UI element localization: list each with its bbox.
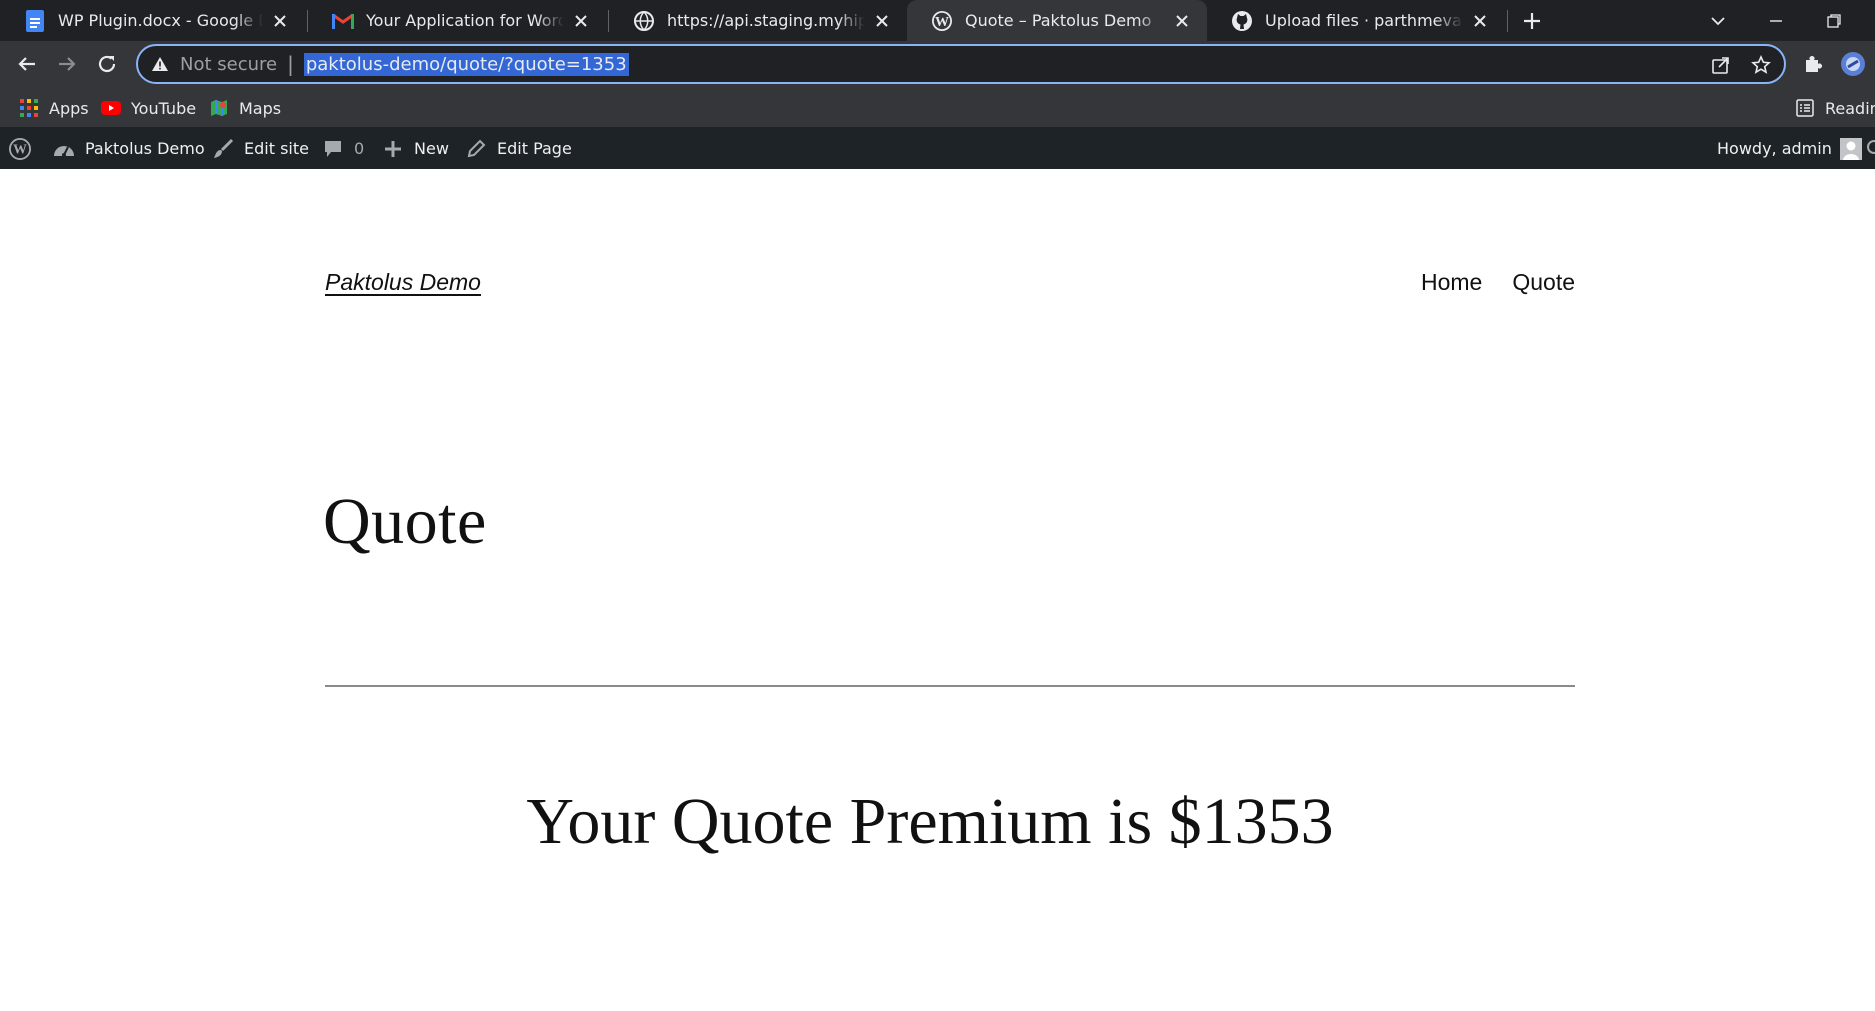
plus-icon xyxy=(382,138,404,160)
nav-item-quote[interactable]: Quote xyxy=(1512,269,1575,296)
tab-title: Your Application for WordPress Developer xyxy=(366,11,564,30)
site-navigation: Home Quote xyxy=(1421,269,1575,296)
close-tab-icon[interactable] xyxy=(871,10,893,32)
restore-button[interactable] xyxy=(1822,9,1846,33)
bookmark-maps[interactable]: Maps xyxy=(209,96,281,120)
forward-arrow-icon xyxy=(59,57,76,71)
browser-toolbar: Not secure | paktolus-demo/quote/?quote=… xyxy=(0,41,1875,88)
nav-item-home[interactable]: Home xyxy=(1421,269,1482,296)
profile-avatar-icon xyxy=(1841,52,1865,76)
apps-grid-icon xyxy=(19,98,39,118)
browser-tab-strip: WP Plugin.docx - Google Docs Your Applic… xyxy=(0,0,1875,41)
page-title: Quote xyxy=(323,485,487,558)
github-icon xyxy=(1231,10,1253,32)
wp-comments-count: 0 xyxy=(354,139,365,158)
wp-new-content[interactable]: New xyxy=(382,128,449,169)
profile-avatar[interactable] xyxy=(1839,50,1867,78)
reading-list-icon xyxy=(1795,98,1815,118)
wp-admin-bar: W Paktolus Demo Edit site 0 New Edit Pag… xyxy=(0,128,1875,169)
wp-my-account[interactable]: Howdy, admin xyxy=(1717,128,1872,169)
gmail-icon xyxy=(332,10,354,32)
close-tab-icon[interactable] xyxy=(1469,10,1491,32)
wp-site-name: Paktolus Demo xyxy=(85,139,205,158)
bookmark-label: Maps xyxy=(239,98,282,118)
tab-search-button[interactable] xyxy=(1706,9,1730,33)
chevron-down-icon xyxy=(1711,17,1725,26)
minimize-icon xyxy=(1770,20,1782,22)
url-text[interactable]: paktolus-demo/quote/?quote=1353 xyxy=(303,52,629,76)
tab-title: https://api.staging.myhippo.io/v1/ xyxy=(667,11,865,30)
security-status-label[interactable]: Not secure xyxy=(180,54,277,75)
svg-text:W: W xyxy=(13,141,27,156)
close-tab-icon[interactable] xyxy=(269,10,291,32)
tab-title: WP Plugin.docx - Google Docs xyxy=(58,11,263,30)
reading-list-label: Reading xyxy=(1825,98,1875,118)
content-divider xyxy=(325,685,1575,687)
new-tab-button[interactable] xyxy=(1520,9,1544,33)
close-tab-icon[interactable] xyxy=(1171,10,1193,32)
globe-icon xyxy=(633,10,655,32)
wp-howdy-label: Howdy, admin xyxy=(1717,139,1832,158)
wp-edit-site[interactable]: Edit site xyxy=(212,128,309,169)
wp-new-label: New xyxy=(414,139,449,158)
tab-gmail[interactable]: Your Application for WordPress Developer xyxy=(308,0,606,41)
wp-edit-page-label: Edit Page xyxy=(497,139,572,158)
address-bar[interactable]: Not secure | paktolus-demo/quote/?quote=… xyxy=(136,44,1786,84)
address-separator: | xyxy=(287,52,294,76)
puzzle-icon xyxy=(1806,56,1822,72)
quote-premium-text: Your Quote Premium is $1353 xyxy=(526,785,1334,858)
svg-text:W: W xyxy=(935,15,949,30)
back-arrow-icon xyxy=(18,57,35,71)
bookmark-label: YouTube xyxy=(131,98,197,118)
bookmark-label: Apps xyxy=(49,98,89,118)
wp-edit-page[interactable]: Edit Page xyxy=(465,128,572,169)
minimize-button[interactable] xyxy=(1764,9,1788,33)
pencil-icon xyxy=(465,138,487,160)
reading-list-button[interactable]: Reading xyxy=(1795,96,1875,120)
back-button[interactable] xyxy=(13,50,41,78)
close-tab-icon[interactable] xyxy=(570,10,592,32)
bookmark-youtube[interactable]: YouTube xyxy=(101,96,196,120)
extensions-button[interactable] xyxy=(1799,50,1827,78)
share-icon[interactable] xyxy=(1710,54,1732,76)
restore-window-icon xyxy=(1827,14,1841,28)
plus-icon xyxy=(1524,13,1540,29)
forward-button[interactable] xyxy=(53,50,81,78)
wordpress-icon: W xyxy=(931,10,953,32)
reload-button[interactable] xyxy=(93,50,121,78)
wp-logo-menu[interactable]: W xyxy=(9,128,41,169)
page-content: Paktolus Demo Home Quote Quote Your Quot… xyxy=(0,169,1875,1011)
bookmark-apps[interactable]: Apps xyxy=(19,96,89,120)
tab-quote-paktolus[interactable]: W Quote – Paktolus Demo xyxy=(907,0,1207,41)
brush-icon xyxy=(212,138,234,160)
warning-triangle-icon[interactable] xyxy=(150,54,170,74)
wordpress-icon: W xyxy=(9,137,31,160)
wp-search[interactable] xyxy=(1862,128,1875,169)
tab-api-staging[interactable]: https://api.staging.myhippo.io/v1/ xyxy=(609,0,907,41)
bookmark-star-icon[interactable] xyxy=(1750,54,1772,76)
youtube-icon xyxy=(101,98,121,118)
tab-github-upload[interactable]: Upload files · parthmevawala/paktolus xyxy=(1207,0,1505,41)
wp-comments[interactable]: 0 xyxy=(322,128,364,169)
search-icon xyxy=(1862,138,1875,160)
tab-separator xyxy=(1507,10,1508,32)
reload-icon xyxy=(98,55,116,73)
site-title-link[interactable]: Paktolus Demo xyxy=(325,269,481,296)
user-avatar-icon xyxy=(1839,137,1862,160)
wp-edit-site-label: Edit site xyxy=(244,139,309,158)
dashboard-gauge-icon xyxy=(53,138,75,160)
maps-icon xyxy=(209,98,229,118)
tab-title: Quote – Paktolus Demo xyxy=(965,11,1152,30)
bookmarks-bar: Apps YouTube Maps Reading xyxy=(0,88,1875,128)
tab-google-docs[interactable]: WP Plugin.docx - Google Docs xyxy=(0,0,305,41)
comment-bubble-icon xyxy=(322,138,344,160)
google-docs-icon xyxy=(24,9,46,32)
tab-title: Upload files · parthmevawala/paktolus xyxy=(1265,11,1463,30)
wp-site-name-menu[interactable]: Paktolus Demo xyxy=(53,128,205,169)
